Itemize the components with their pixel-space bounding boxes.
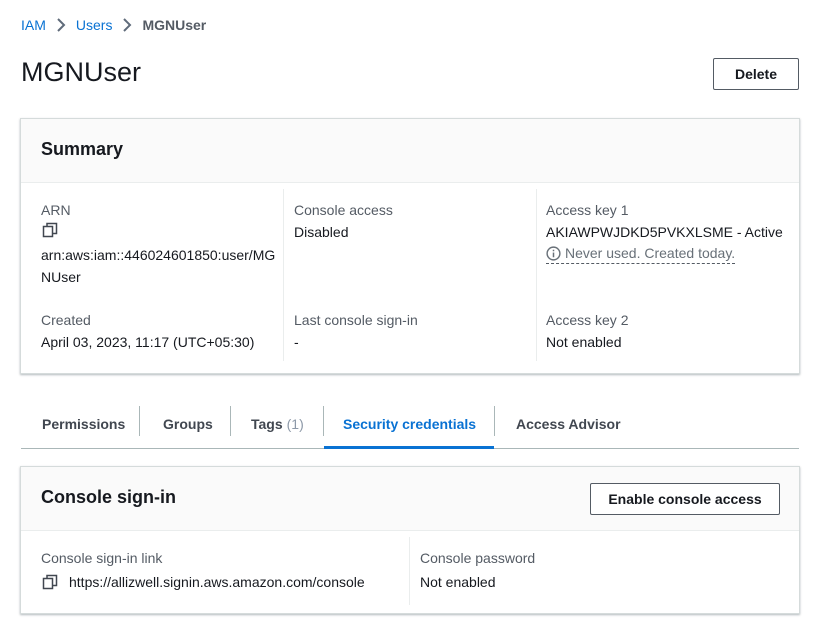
breadcrumb-current: MGNUser <box>142 17 207 33</box>
console-signin-title: Console sign-in <box>41 487 176 507</box>
access-key1-value: AKIAWPWJDKD5PVKXLSME - Active <box>546 224 783 240</box>
tab-divider <box>494 406 495 436</box>
console-access-label: Console access <box>294 202 393 218</box>
chevron-right-icon <box>56 18 66 32</box>
last-signin-value: - <box>294 334 299 350</box>
access-key1-status-hint[interactable]: Never used. Created today. <box>546 243 736 264</box>
console-signin-link-field: Console sign-in link https://allizwell.s… <box>41 547 365 595</box>
console-signin-header: Console sign-in Enable console access <box>21 467 799 531</box>
console-signin-container: Console sign-in Enable console access Co… <box>20 466 800 614</box>
tab-tags-label: Tags <box>251 416 283 432</box>
breadcrumb-users-link[interactable]: Users <box>76 17 113 33</box>
console-password-value: Not enabled <box>420 574 496 590</box>
created-value: April 03, 2023, 11:17 (UTC+05:30) <box>41 334 255 350</box>
arn-value: arn:aws:iam::446024601850:user/MGNUser <box>41 247 276 285</box>
summary-header: Summary <box>21 119 799 183</box>
delete-button[interactable]: Delete <box>713 58 799 90</box>
tab-tags[interactable]: Tags (1) <box>251 400 304 448</box>
active-tab-indicator <box>324 446 494 449</box>
console-password-field: Console password Not enabled <box>420 547 535 595</box>
tab-security-credentials[interactable]: Security credentials <box>343 400 476 448</box>
breadcrumb: IAM Users MGNUser <box>21 15 206 35</box>
enable-console-access-button[interactable]: Enable console access <box>590 483 780 515</box>
summary-title: Summary <box>41 139 124 159</box>
tab-divider <box>323 406 324 436</box>
access-key2-field: Access key 2 Not enabled <box>546 309 628 353</box>
tab-groups[interactable]: Groups <box>163 400 213 448</box>
tab-access-advisor[interactable]: Access Advisor <box>516 400 621 448</box>
summary-container: Summary ARN arn:aws:iam::446024601850:us… <box>20 118 800 374</box>
console-signin-link-row: https://allizwell.signin.aws.amazon.com/… <box>41 569 365 595</box>
console-signin-link-value: https://allizwell.signin.aws.amazon.com/… <box>69 574 365 590</box>
access-key1-field: Access key 1 AKIAWPWJDKD5PVKXLSME - Acti… <box>546 199 783 267</box>
access-key1-label: Access key 1 <box>546 202 629 218</box>
console-password-label: Console password <box>420 550 536 566</box>
tab-permissions[interactable]: Permissions <box>42 400 125 448</box>
info-icon <box>546 245 561 261</box>
tab-permissions-label: Permissions <box>42 416 126 432</box>
copy-icon[interactable] <box>41 221 59 239</box>
tab-divider <box>230 406 231 436</box>
tab-divider <box>139 406 140 436</box>
user-detail-tabs: Permissions Groups Tags (1) Security cre… <box>21 400 799 449</box>
copy-icon[interactable] <box>41 573 59 591</box>
tab-groups-label: Groups <box>163 416 213 432</box>
console-access-value: Disabled <box>294 224 349 240</box>
column-divider <box>283 189 284 361</box>
access-key1-hint-text: Never used. Created today. <box>565 245 736 261</box>
console-access-field: Console access Disabled <box>294 199 393 243</box>
column-divider <box>536 189 537 361</box>
created-field: Created April 03, 2023, 11:17 (UTC+05:30… <box>41 309 254 353</box>
access-key2-value: Not enabled <box>546 334 622 350</box>
access-key2-label: Access key 2 <box>546 312 629 328</box>
arn-label: ARN <box>41 202 71 218</box>
created-label: Created <box>41 312 91 328</box>
last-signin-label: Last console sign-in <box>294 312 418 328</box>
last-signin-field: Last console sign-in - <box>294 309 418 353</box>
iam-user-page: IAM Users MGNUser MGNUser Delete Summary… <box>0 0 824 629</box>
tab-access-advisor-label: Access Advisor <box>516 416 621 432</box>
column-divider <box>409 537 410 605</box>
chevron-right-icon <box>122 18 132 32</box>
breadcrumb-iam-link[interactable]: IAM <box>21 17 46 33</box>
console-signin-link-label: Console sign-in link <box>41 550 163 566</box>
page-title: MGNUser <box>21 57 141 87</box>
tab-tags-count: (1) <box>286 416 304 432</box>
arn-field: ARN arn:aws:iam::446024601850:user/MGNUs… <box>41 199 277 288</box>
tab-security-credentials-label: Security credentials <box>343 416 477 432</box>
